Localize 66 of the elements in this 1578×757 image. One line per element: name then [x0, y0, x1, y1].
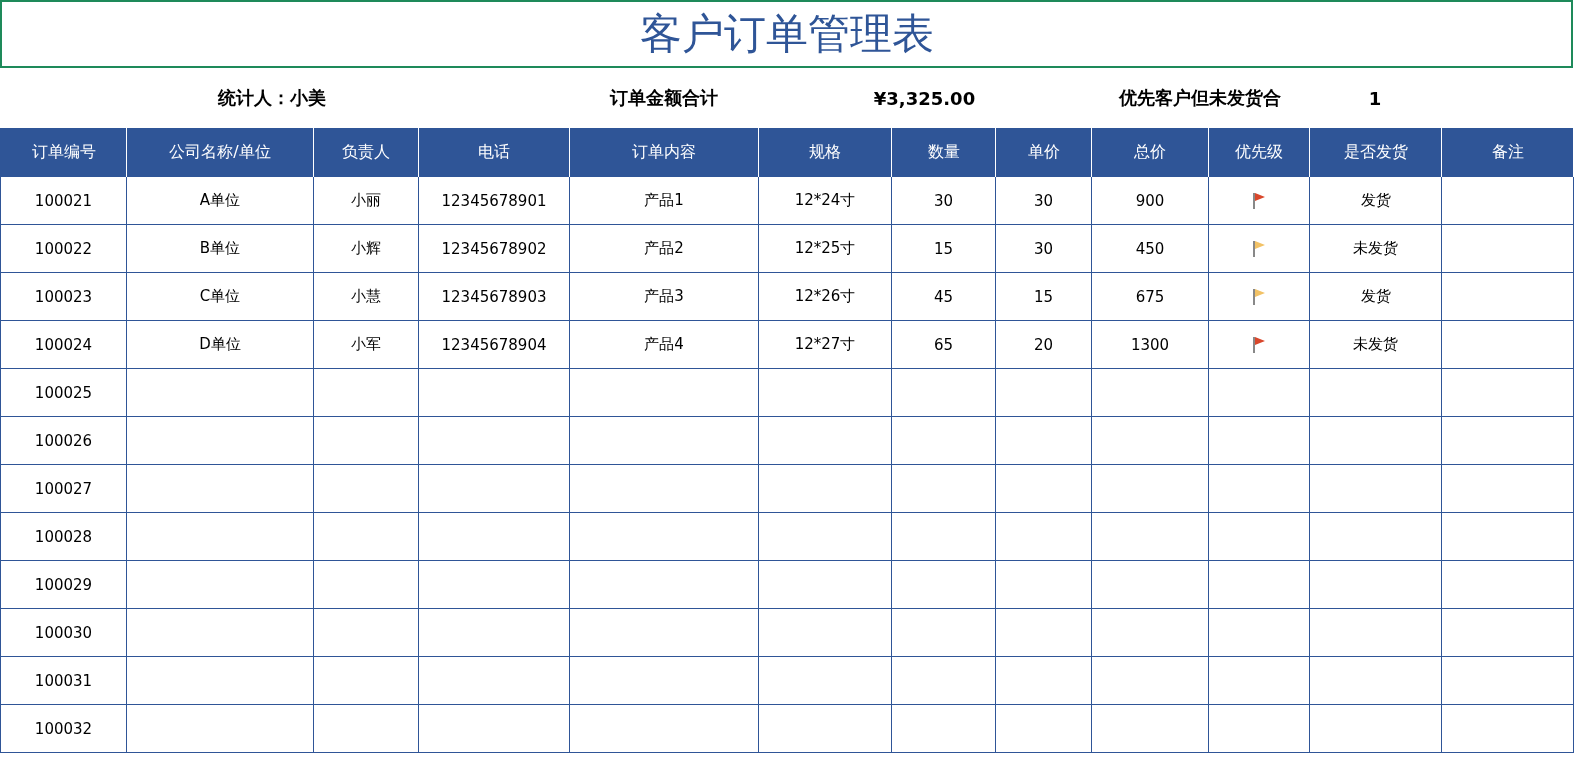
table-cell: 45: [892, 273, 996, 321]
column-header: 订单内容: [570, 128, 759, 177]
table-cell: 100024: [1, 321, 127, 369]
table-cell: D单位: [127, 321, 314, 369]
pending-value: 1: [1367, 87, 1383, 109]
table-cell: 100025: [1, 369, 127, 417]
pending-label: 优先客户但未发货合: [1117, 86, 1282, 110]
table-cell: 900: [1092, 177, 1209, 225]
table-cell: B单位: [127, 225, 314, 273]
table-cell: A单位: [127, 177, 314, 225]
table-cell: 12*26寸: [759, 273, 892, 321]
table-cell: 发货: [1310, 273, 1442, 321]
table-cell: 15: [892, 225, 996, 273]
table-cell: 100031: [1, 657, 127, 705]
column-header: 备注: [1442, 128, 1574, 177]
table-cell: 未发货: [1310, 321, 1442, 369]
column-header: 是否发货: [1310, 128, 1442, 177]
table-cell: 20: [996, 321, 1092, 369]
table-cell: 小辉: [314, 225, 419, 273]
table-cell: 产品1: [570, 177, 759, 225]
table-cell: 30: [892, 177, 996, 225]
table-cell: 12345678904: [419, 321, 570, 369]
table-cell: 100028: [1, 513, 127, 561]
table-cell: 450: [1092, 225, 1209, 273]
counter-label: 统计人：小美: [216, 86, 327, 110]
table-cell: 12345678901: [419, 177, 570, 225]
column-header: 订单编号: [1, 128, 127, 177]
sheet-title: 客户订单管理表: [0, 0, 1573, 68]
table-cell: 产品4: [570, 321, 759, 369]
table-cell: 15: [996, 273, 1092, 321]
column-header: 公司名称/单位: [127, 128, 314, 177]
table-cell: 12*24寸: [759, 177, 892, 225]
table-cell: 100026: [1, 417, 127, 465]
total-label: 订单金额合计: [608, 86, 719, 110]
table-cell: 发货: [1310, 177, 1442, 225]
table-cell: 100022: [1, 225, 127, 273]
table-cell: 100032: [1, 705, 127, 753]
column-header: 数量: [892, 128, 996, 177]
table-cell: 65: [892, 321, 996, 369]
table-cell: 12345678902: [419, 225, 570, 273]
table-cell: 小军: [314, 321, 419, 369]
table-cell: 1300: [1092, 321, 1209, 369]
table-cell: 100027: [1, 465, 127, 513]
table-cell: 小慧: [314, 273, 419, 321]
column-header: 总价: [1092, 128, 1209, 177]
table-cell: 30: [996, 177, 1092, 225]
table-cell: 100023: [1, 273, 127, 321]
table-cell: 100029: [1, 561, 127, 609]
table-cell: 100030: [1, 609, 127, 657]
column-header: 负责人: [314, 128, 419, 177]
column-header: 规格: [759, 128, 892, 177]
column-header: 电话: [419, 128, 570, 177]
table-cell: 未发货: [1310, 225, 1442, 273]
column-header: 单价: [996, 128, 1092, 177]
table-cell: 100021: [1, 177, 127, 225]
table-cell: 30: [996, 225, 1092, 273]
table-cell: 675: [1092, 273, 1209, 321]
table-cell: 产品2: [570, 225, 759, 273]
table-cell: 12345678903: [419, 273, 570, 321]
table-cell: 产品3: [570, 273, 759, 321]
total-value: ¥3,325.00: [872, 87, 977, 109]
column-header: 优先级: [1209, 128, 1310, 177]
table-cell: 小丽: [314, 177, 419, 225]
table-cell: 12*25寸: [759, 225, 892, 273]
table-cell: C单位: [127, 273, 314, 321]
table-cell: 12*27寸: [759, 321, 892, 369]
